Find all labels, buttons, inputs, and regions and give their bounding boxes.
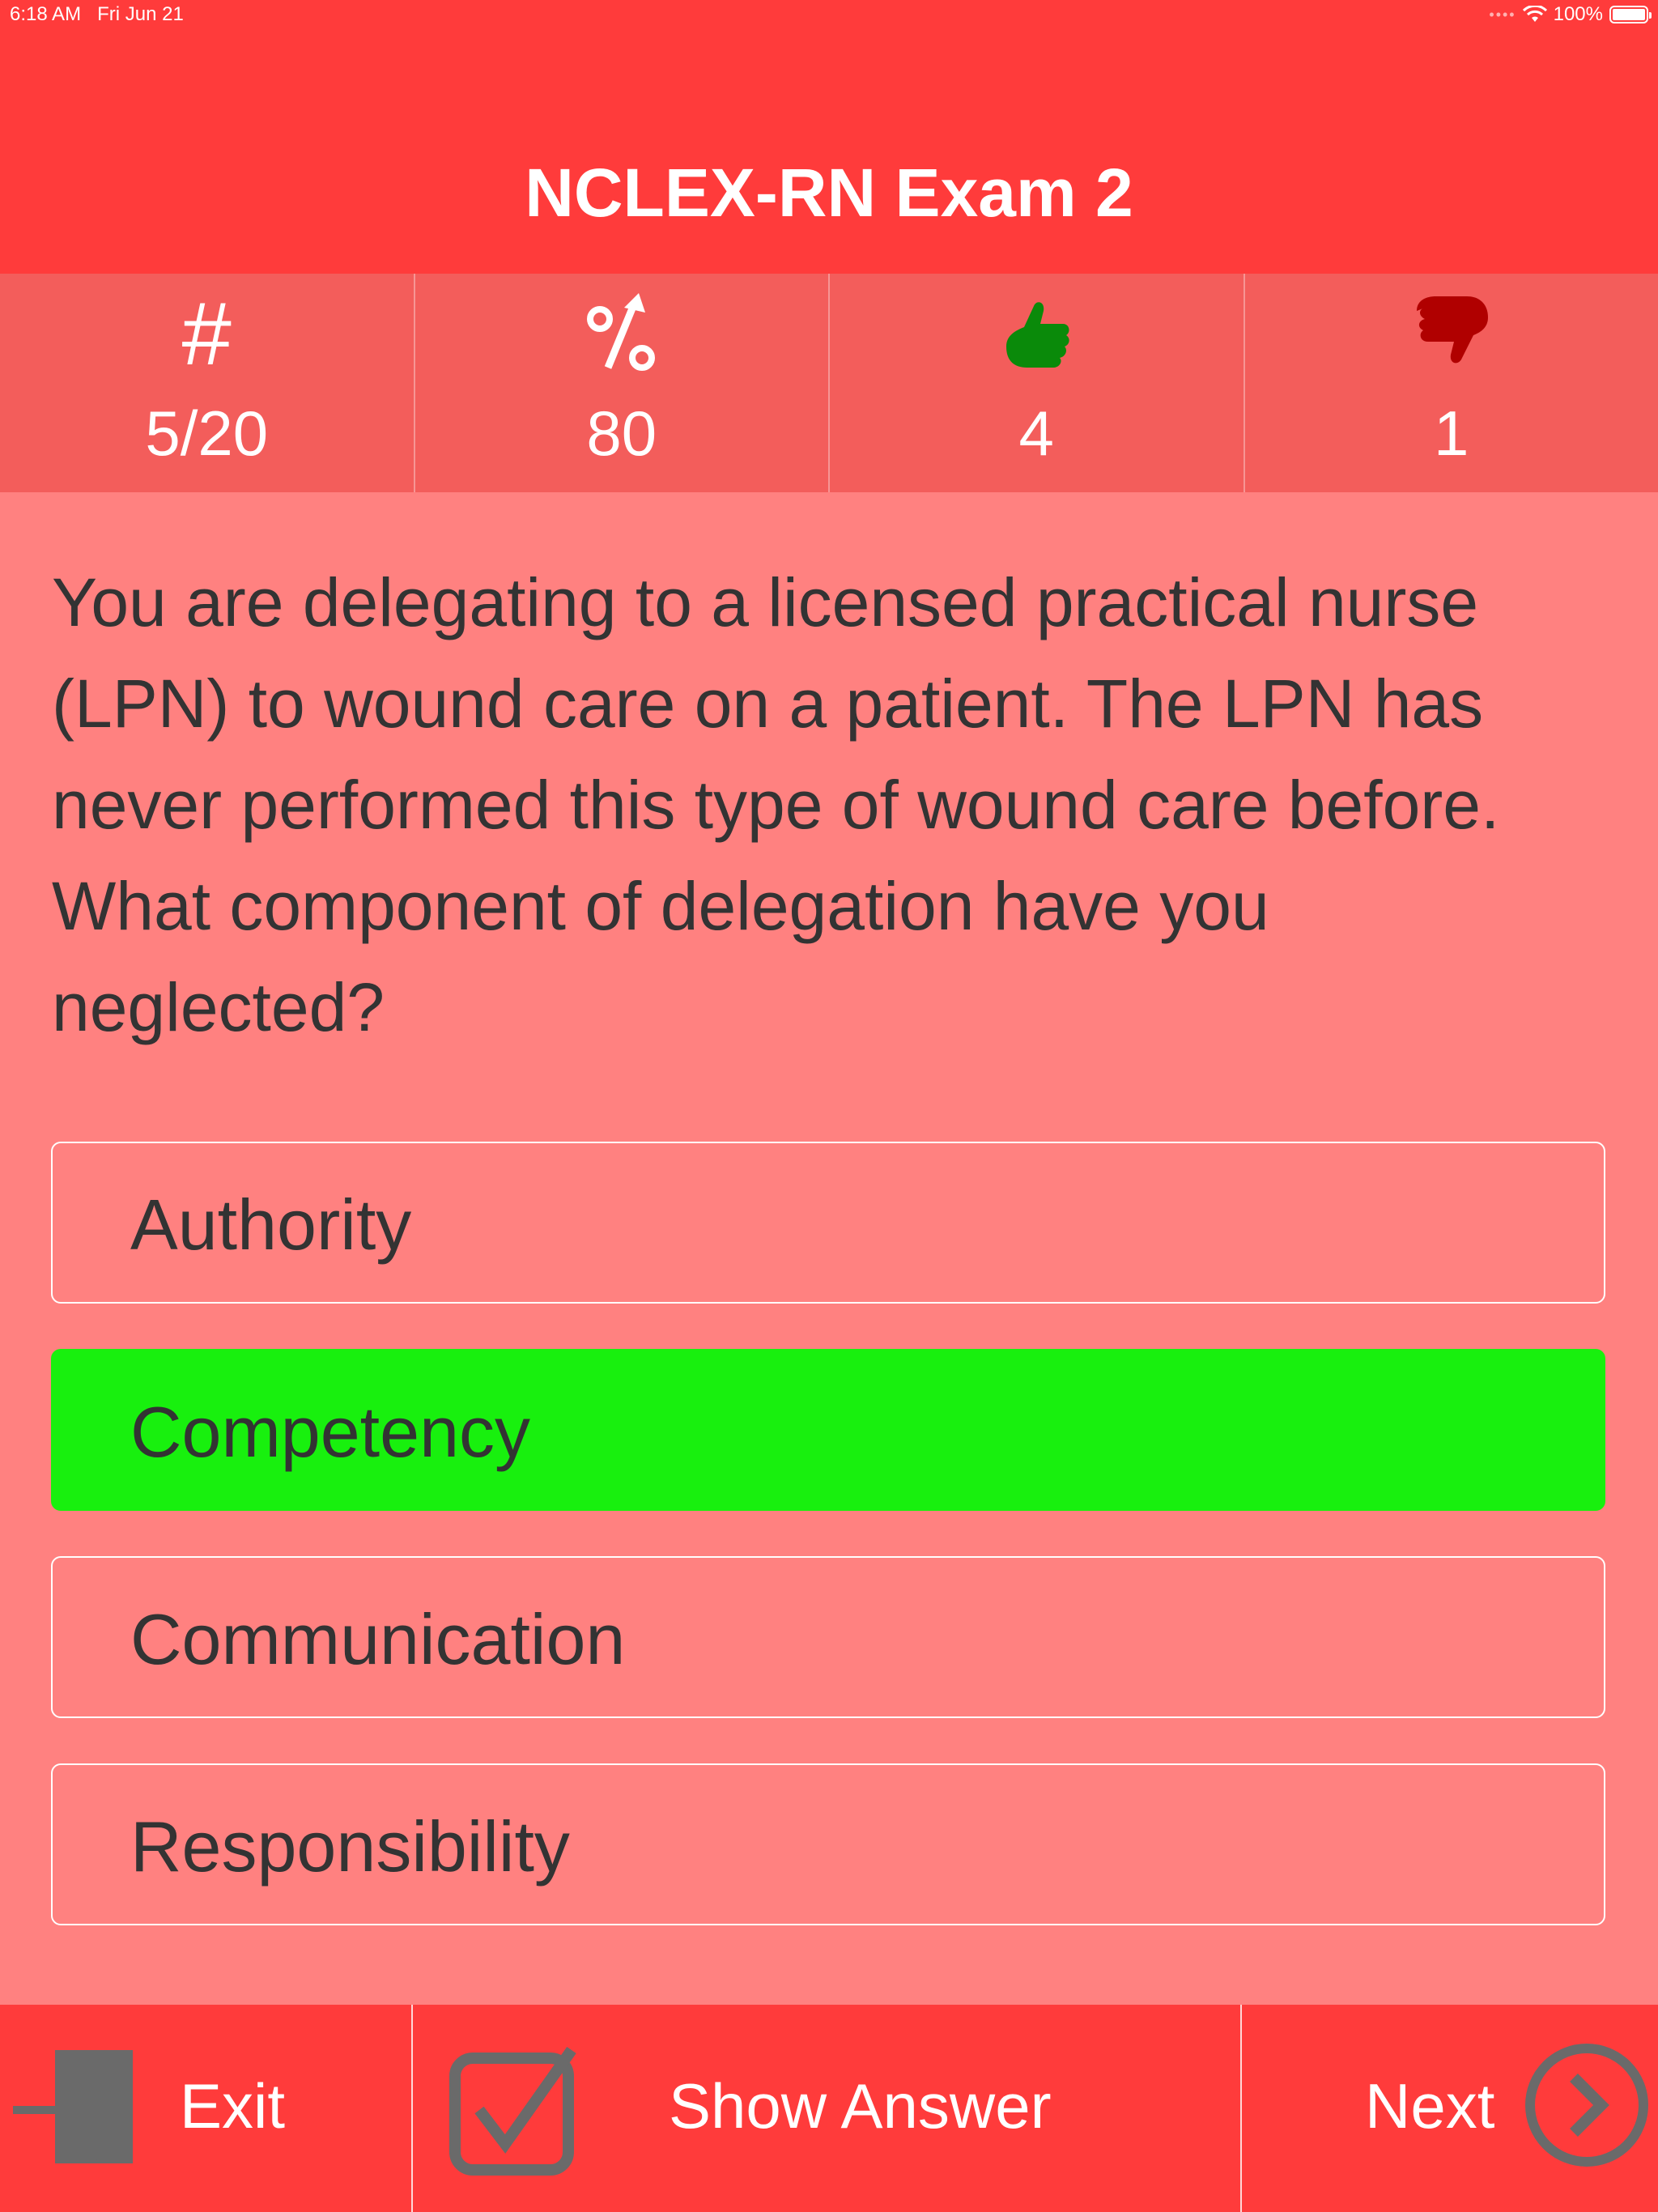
thumbs-up-icon xyxy=(830,290,1244,379)
stat-question-number-value: 5/20 xyxy=(145,398,269,469)
status-bar-time: 6:18 AM Fri Jun 21 xyxy=(10,3,184,26)
show-answer-button[interactable]: Show Answer xyxy=(413,2005,1242,2212)
show-answer-label: Show Answer xyxy=(669,2070,1052,2142)
stat-incorrect-value: 1 xyxy=(1434,398,1469,469)
stat-correct-value: 4 xyxy=(1018,398,1054,469)
stat-percent: 80 xyxy=(415,274,830,492)
answer-option-1[interactable]: Authority xyxy=(51,1142,1605,1304)
answer-label: Communication xyxy=(130,1599,626,1679)
answer-option-3[interactable]: Communication xyxy=(51,1556,1605,1718)
page-title: NCLEX-RN Exam 2 xyxy=(525,155,1133,231)
next-label: Next xyxy=(1365,2070,1495,2142)
answer-label: Competency xyxy=(130,1392,531,1472)
bottom-toolbar: Exit Show Answer Next xyxy=(0,2005,1658,2212)
wifi-icon xyxy=(1522,6,1547,22)
status-time: 6:18 AM xyxy=(10,3,82,25)
answer-label: Authority xyxy=(130,1185,412,1265)
exit-button[interactable]: Exit xyxy=(0,2005,413,2212)
signal-icon: •••• xyxy=(1489,6,1516,23)
status-date: Fri Jun 21 xyxy=(97,3,184,25)
battery-percent: 100% xyxy=(1553,3,1603,25)
question-text: You are delegating to a licensed practic… xyxy=(52,564,1500,1045)
exit-door-icon xyxy=(13,2050,133,2163)
stat-question-number: # 5/20 xyxy=(0,274,415,492)
chevron-right-circle-icon xyxy=(1525,2044,1648,2167)
answer-option-4[interactable]: Responsibility xyxy=(51,1763,1605,1925)
stat-incorrect: 1 xyxy=(1245,274,1658,492)
percent-icon xyxy=(415,290,829,379)
header: 6:18 AM Fri Jun 21 •••• 100% NCLEX-RN Ex… xyxy=(0,0,1658,274)
next-button[interactable]: Next xyxy=(1242,2005,1658,2212)
battery-icon xyxy=(1609,6,1652,23)
stat-percent-value: 80 xyxy=(586,398,657,469)
stats-bar: # 5/20 80 4 1 xyxy=(0,274,1658,492)
answer-option-2[interactable]: Competency xyxy=(51,1349,1605,1511)
stat-correct: 4 xyxy=(830,274,1245,492)
answer-label: Responsibility xyxy=(130,1806,570,1887)
thumbs-down-icon xyxy=(1245,290,1658,379)
hash-icon: # xyxy=(181,284,232,384)
checkbox-icon xyxy=(449,2046,576,2176)
answer-list: Authority Competency Communication Respo… xyxy=(51,1142,1605,1971)
quiz-screen: 6:18 AM Fri Jun 21 •••• 100% NCLEX-RN Ex… xyxy=(0,0,1658,2212)
exit-label: Exit xyxy=(180,2070,286,2142)
status-bar-right: •••• 100% xyxy=(1489,3,1652,26)
